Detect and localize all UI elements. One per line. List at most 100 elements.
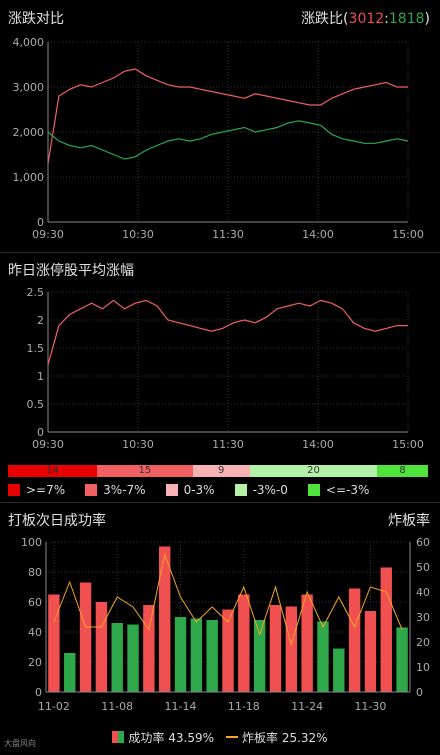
distribution-legend-item: >=7% <box>8 482 65 498</box>
bar <box>48 594 60 692</box>
x-tick-label: 09:30 <box>32 228 64 241</box>
success-label: 成功率 43.59% <box>128 730 214 745</box>
legend-label: 3%-7% <box>103 483 146 497</box>
legend-label: 0-3% <box>183 483 215 497</box>
y-tick-label: 3,000 <box>13 81 45 94</box>
y-tick-label: 40 <box>28 626 42 639</box>
bar <box>79 582 92 692</box>
y-tick-label: 1,000 <box>13 171 45 184</box>
bar <box>396 627 408 692</box>
panel3-title: 打板次日成功率 <box>8 513 106 529</box>
rise-fall-ratio: 涨跌比(3012:1818) <box>301 8 430 28</box>
app-logo: 大盘风向 <box>4 739 36 748</box>
bar <box>348 588 361 692</box>
y-tick-label: 2.5 <box>27 286 45 299</box>
ratio-suffix: ) <box>424 11 430 27</box>
bar <box>143 605 155 692</box>
distribution-segment: 14 <box>8 465 98 477</box>
bar <box>174 617 187 692</box>
bar <box>111 623 123 692</box>
x-tick-label: 11-02 <box>38 700 70 713</box>
y-tick-label: 0 <box>35 686 42 699</box>
bar <box>127 624 139 692</box>
legend-swatch-icon <box>85 484 98 496</box>
y-tick-label: 60 <box>28 596 42 609</box>
x-tick-label: 11-24 <box>291 700 323 713</box>
x-tick-label: 11-14 <box>165 700 197 713</box>
bar <box>285 606 298 692</box>
success-rate-chart: 0 20 40 60 80 100 0 10 20 30 40 50 60 11-02 11-08 11-14… <box>21 536 430 713</box>
success-swatch-icon <box>112 731 125 743</box>
legend-swatch-icon <box>234 484 247 496</box>
x-tick-label: 11:30 <box>212 228 244 241</box>
distribution-legend-item: -3%-0 <box>234 482 288 498</box>
divider <box>0 252 440 253</box>
bar <box>269 605 282 692</box>
bar <box>64 653 76 692</box>
x-tick-label: 15:00 <box>392 228 424 241</box>
y-tick-label: 2,000 <box>13 126 45 139</box>
y-tick-label: 1.5 <box>27 342 45 355</box>
bar <box>364 611 377 692</box>
divider <box>0 502 440 503</box>
avg-gain-chart: 00.511.522.509:30 10:30 11:30 14:00 15:00 <box>27 286 424 451</box>
x-tick-label: 11-18 <box>228 700 260 713</box>
legend-success: 成功率 43.59% <box>112 728 214 746</box>
legend-label: -3%-0 <box>252 483 288 497</box>
x-tick-label: 09:30 <box>32 438 64 451</box>
y2-tick-label: 30 <box>416 611 430 624</box>
bar <box>238 594 250 692</box>
bar <box>317 621 329 692</box>
bar <box>190 618 203 692</box>
ratio-prefix: 涨跌比( <box>301 11 349 27</box>
legend-swatch-icon <box>165 484 178 496</box>
rise-fall-chart: 01,0002,0003,0004,00009:30 10:30 11:30 14:0… <box>13 36 424 241</box>
x-tick-label: 10:30 <box>122 438 154 451</box>
panel2-title: 昨日涨停股平均涨幅 <box>8 263 134 279</box>
y2-tick-label: 60 <box>416 536 430 549</box>
x-tick-label: 14:00 <box>302 228 334 241</box>
distribution-legend-item: 3%-7% <box>85 482 146 498</box>
y2-tick-label: 40 <box>416 586 430 599</box>
x-tick-label: 14:00 <box>302 438 334 451</box>
distribution-segment: 20 <box>249 465 378 477</box>
distribution-legend-item: 0-3% <box>165 482 215 498</box>
x-tick-label: 11:30 <box>212 438 244 451</box>
bar <box>380 567 392 692</box>
y-tick-label: 2 <box>37 314 44 327</box>
y-tick-label: 20 <box>28 656 42 669</box>
legend-swatch-icon <box>307 484 320 496</box>
bar <box>206 620 218 692</box>
distribution-legend-item: <=-3% <box>307 482 369 498</box>
legend-label: >=7% <box>26 483 66 497</box>
panel3-right-title: 炸板率 <box>388 513 430 529</box>
bar <box>158 546 171 692</box>
x-tick-label: 11-30 <box>354 700 386 713</box>
distribution-segment: 8 <box>377 465 428 477</box>
x-tick-label: 15:00 <box>392 438 424 451</box>
bar <box>95 602 108 692</box>
fail-line-icon <box>226 736 238 738</box>
y-tick-label: 1 <box>37 370 44 383</box>
up-count: 3012 <box>348 11 385 27</box>
x-tick-label: 10:30 <box>122 228 154 241</box>
fail-label: 炸板率 25.32% <box>242 730 328 745</box>
legend-fail: 炸板率 25.32% <box>226 728 328 746</box>
distribution-bar: 14 15 9 20 8 <box>8 465 428 477</box>
x-tick-label: 11-08 <box>101 700 133 713</box>
y2-tick-label: 0 <box>416 686 423 699</box>
y2-tick-label: 20 <box>416 636 430 649</box>
bar <box>301 594 313 692</box>
bottom-legend: 成功率 43.59% 炸板率 25.32% <box>0 728 440 746</box>
down-count: 1818 <box>388 11 425 27</box>
y-tick-label: 80 <box>28 566 42 579</box>
panel1-title: 涨跌对比 <box>8 11 64 27</box>
legend-swatch-icon <box>8 484 20 496</box>
distribution-segment: 9 <box>192 465 250 477</box>
bar <box>253 620 266 692</box>
y-tick-label: 100 <box>21 536 42 549</box>
bar <box>333 648 345 692</box>
y2-tick-label: 50 <box>416 561 430 574</box>
y2-tick-label: 10 <box>416 661 430 674</box>
distribution-legend: >=7% 3%-7% 0-3% -3%-0 <=-3% <box>8 482 438 498</box>
